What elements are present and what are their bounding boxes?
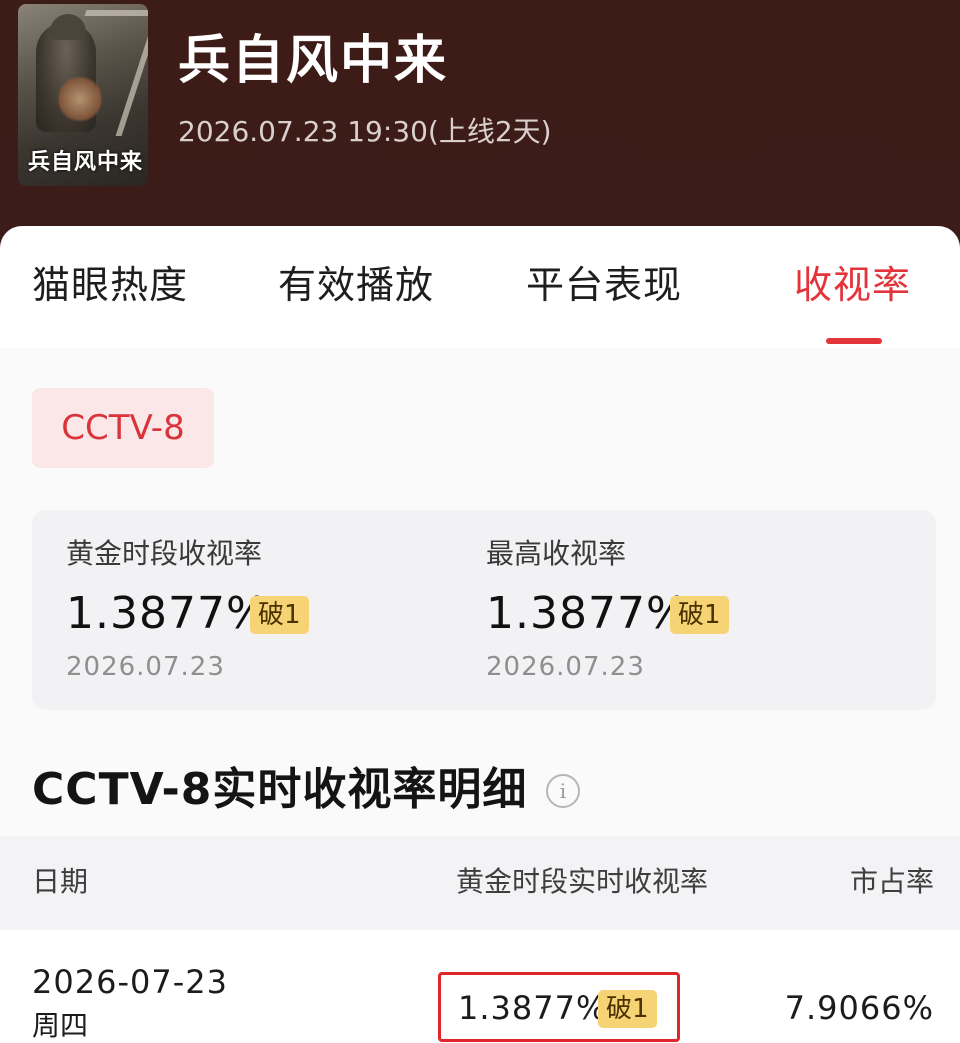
column-header-market-share: 市占率 — [849, 865, 934, 898]
active-tab-indicator — [826, 338, 882, 344]
poster-title: 兵自风中来 — [28, 149, 144, 175]
info-icon[interactable]: i — [546, 774, 580, 808]
channel-chip-cctv8[interactable]: CCTV-8 — [32, 388, 214, 468]
show-title: 兵自风中来 — [178, 31, 449, 91]
stat-value: 1.3877% — [486, 588, 689, 639]
tab-effective-plays[interactable]: 有效播放 — [278, 260, 434, 310]
page: 兵自风中来 兵自风中来 2026.07.23 19:30(上线2天) 猫眼热度 … — [0, 0, 960, 1043]
stat-peak-rating: 最高收视率 1.3877% 破1 2026.07.23 — [452, 510, 872, 710]
table-row: 2026-07-23 周四 1.3877% 破1 7.9066% — [0, 930, 960, 1043]
row-market-share: 7.9066% — [784, 989, 934, 1027]
break-one-badge: 破1 — [250, 596, 309, 634]
stat-value: 1.3877% — [66, 588, 269, 639]
poster-emblem — [58, 74, 102, 124]
poster-helmet — [50, 14, 86, 40]
stat-date: 2026.07.23 — [486, 652, 645, 682]
ratings-summary: 黄金时段收视率 1.3877% 破1 2026.07.23 最高收视率 1.38… — [32, 510, 936, 710]
row-date: 2026-07-23 — [32, 963, 228, 1001]
column-header-realtime-rating: 黄金时段实时收视率 — [456, 865, 709, 898]
row-rating: 1.3877% — [458, 989, 608, 1027]
stat-date: 2026.07.23 — [66, 652, 225, 682]
stat-label: 黄金时段收视率 — [66, 537, 263, 570]
tab-platform-performance[interactable]: 平台表现 — [526, 260, 682, 310]
stat-prime-time-rating: 黄金时段收视率 1.3877% 破1 2026.07.23 — [32, 510, 452, 710]
tab-ratings[interactable]: 收视率 — [794, 260, 911, 310]
stat-label: 最高收视率 — [486, 537, 627, 570]
row-weekday: 周四 — [32, 1009, 89, 1042]
tab-maoyan-heat[interactable]: 猫眼热度 — [32, 260, 188, 310]
show-release-info: 2026.07.23 19:30(上线2天) — [178, 115, 552, 148]
header: 兵自风中来 兵自风中来 2026.07.23 19:30(上线2天) — [0, 0, 960, 235]
poster-image[interactable]: 兵自风中来 — [18, 4, 148, 186]
break-one-badge: 破1 — [670, 596, 729, 634]
break-one-badge: 破1 — [598, 990, 657, 1028]
column-header-date: 日期 — [32, 865, 89, 898]
detail-section-title: CCTV-8实时收视率明细 — [32, 764, 528, 815]
tab-bar: 猫眼热度 有效播放 平台表现 收视率 — [0, 226, 960, 346]
table-header: 日期 黄金时段实时收视率 市占率 — [0, 836, 960, 930]
content-card: 猫眼热度 有效播放 平台表现 收视率 CCTV-8 黄金时段收视率 1.3877… — [0, 226, 960, 1043]
